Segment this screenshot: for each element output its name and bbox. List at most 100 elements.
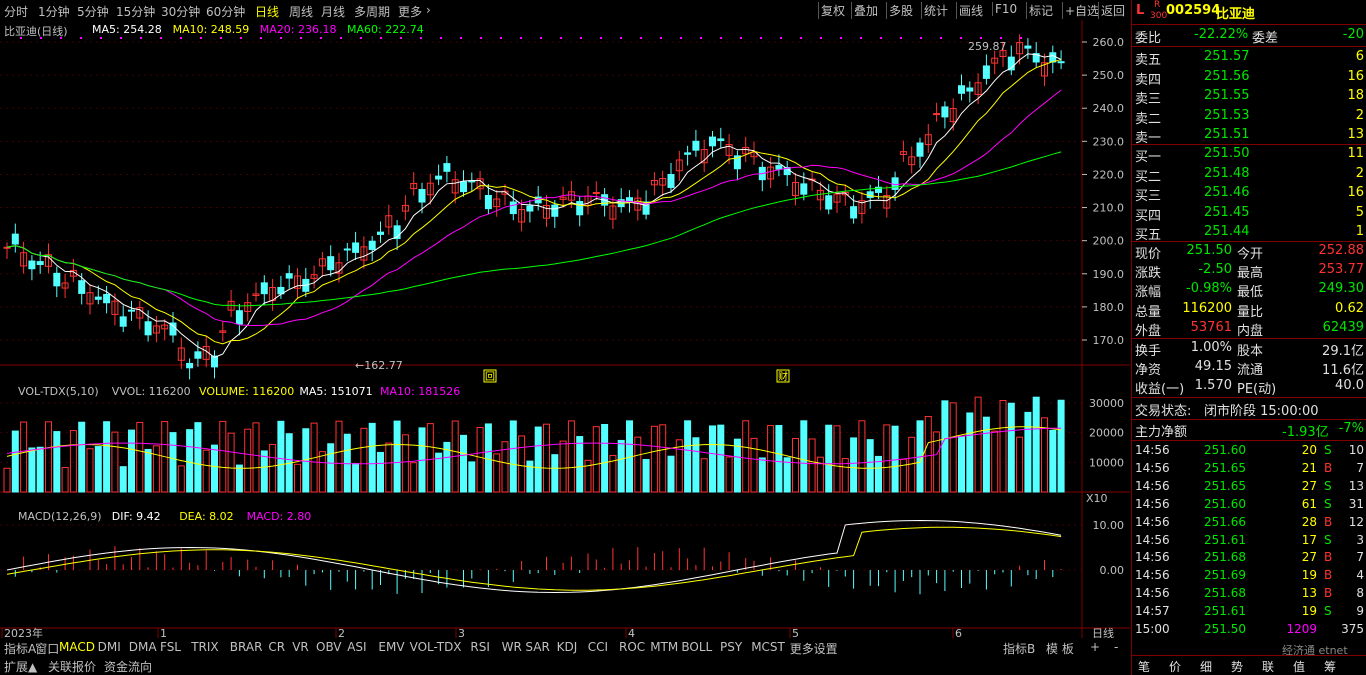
indicator-tab-6[interactable]: TRIX xyxy=(191,640,218,654)
tick-price: 251.50 xyxy=(1204,622,1246,636)
bid-volume: 5 xyxy=(1355,204,1364,220)
toolbar-button-8[interactable]: 返回 xyxy=(1098,2,1127,19)
tick-side: S xyxy=(1324,478,1332,493)
indicator-tab-0[interactable]: 指标A xyxy=(4,640,36,657)
timeframe-10[interactable]: 更多 xyxy=(398,3,422,20)
indicator-tab-22[interactable]: PSY xyxy=(720,640,742,654)
legend-item: MA10: 181526 xyxy=(380,385,461,398)
indicator-tab-12[interactable]: EMV xyxy=(378,640,404,654)
indicator-tab-1[interactable]: 窗口 xyxy=(35,640,59,657)
footer-tab-3[interactable]: 势 xyxy=(1231,658,1243,675)
weibi-label: 委比 xyxy=(1135,31,1162,46)
timeframe-3[interactable]: 15分钟 xyxy=(116,3,155,20)
indicator-tab-17[interactable]: KDJ xyxy=(557,640,578,654)
bid-label: 买一 xyxy=(1135,150,1162,165)
indicator-tab-14[interactable]: RSI xyxy=(470,640,490,654)
event-marker-icon[interactable]: 财 xyxy=(778,370,788,383)
indicator-tab-8[interactable]: CR xyxy=(268,640,285,654)
bid-volume: 11 xyxy=(1347,146,1364,161)
indicator-tab-19[interactable]: ROC xyxy=(619,640,645,654)
tick-time: 14:56 xyxy=(1135,460,1170,475)
indicator-tab-3[interactable]: DMI xyxy=(98,640,121,654)
tick-volume: 19 xyxy=(1301,568,1317,583)
indicator-tab-7[interactable]: BRAR xyxy=(230,640,263,654)
indicator-tab-24[interactable]: 更多 xyxy=(790,640,814,657)
stat-label: 换手 xyxy=(1135,344,1162,359)
price-tick: 230.0 xyxy=(1093,135,1125,148)
stock-code: 002594 xyxy=(1166,3,1221,18)
indicator-tab-13[interactable]: VOL-TDX xyxy=(410,640,462,654)
x-label: 2 xyxy=(338,627,345,638)
indicator-tab-16[interactable]: SAR xyxy=(525,640,549,654)
more-chevron-icon[interactable]: › xyxy=(426,3,431,17)
indicator-tab-25[interactable]: 设置 xyxy=(814,640,838,657)
stat-label: 外盘 xyxy=(1135,323,1162,339)
main-flow-pct: -7% xyxy=(1338,421,1364,436)
ask-volume: 2 xyxy=(1355,107,1364,123)
footer-tab-0[interactable]: 笔 xyxy=(1138,658,1150,675)
indicator-tab-10[interactable]: OBV xyxy=(316,640,342,654)
zoom-in-button[interactable]: + xyxy=(1090,640,1100,654)
timeframe-2[interactable]: 5分钟 xyxy=(77,3,109,20)
indicator-tab-11[interactable]: ASI xyxy=(347,640,366,654)
tick-count: 31 xyxy=(1348,496,1364,511)
toolbar-button-6[interactable]: 标记 xyxy=(1026,2,1055,19)
indicator-tab-15[interactable]: WR xyxy=(502,640,522,654)
timeframe-1[interactable]: 1分钟 xyxy=(38,3,70,20)
event-marker-icon[interactable]: 回 xyxy=(485,371,495,383)
timeframe-4[interactable]: 30分钟 xyxy=(161,3,200,20)
ask-price: 251.57 xyxy=(1204,49,1250,64)
high-price-label: 259.87 xyxy=(968,40,1007,53)
toolbar-button-1[interactable]: 叠加 xyxy=(851,2,880,19)
tick-count: 9 xyxy=(1356,604,1364,619)
tick-volume: 13 xyxy=(1301,586,1317,601)
indicator-tab-4[interactable]: DMA xyxy=(129,640,157,654)
timeframe-0[interactable]: 分时 xyxy=(4,3,28,20)
chart-area[interactable]: 260.0 250.0 240.0 230.0 220.0 210.0 200.0 190.0… xyxy=(0,20,1130,652)
timeframe-6[interactable]: 日线 xyxy=(255,3,279,20)
indicator-tab-2[interactable]: MACD xyxy=(59,640,95,654)
indicator-tab-21[interactable]: BOLL xyxy=(681,640,712,654)
footer-tab-4[interactable]: 联 xyxy=(1262,658,1274,675)
template-tab[interactable]: 模 板 xyxy=(1046,640,1074,657)
main-flow-label: 主力净额 xyxy=(1135,425,1188,440)
footer-tab-2[interactable]: 细 xyxy=(1200,658,1212,675)
timeframe-9[interactable]: 多周期 xyxy=(354,3,390,20)
index-mark: 300 xyxy=(1150,11,1168,21)
zoom-out-button[interactable]: - xyxy=(1114,640,1118,654)
badge-l: L xyxy=(1136,3,1145,18)
bottom-link-2[interactable]: 资金流向 xyxy=(104,658,152,675)
toolbar-button-0[interactable]: 复权 xyxy=(818,2,847,19)
indicator-tab-18[interactable]: CCI xyxy=(588,640,608,654)
kline-chart[interactable]: 260.0 250.0 240.0 230.0 220.0 210.0 200.0 190.0… xyxy=(0,20,1130,640)
bottom-link-1[interactable]: 关联报价 xyxy=(48,658,96,675)
toolbar-button-2[interactable]: 多股 xyxy=(886,2,915,19)
toolbar-button-4[interactable]: 画线 xyxy=(956,2,985,19)
tick-price: 251.60 xyxy=(1204,443,1246,457)
ask-volume: 16 xyxy=(1347,68,1364,84)
ask-label: 卖三 xyxy=(1135,92,1162,108)
indicator-b-tab[interactable]: 指标B xyxy=(1003,640,1035,657)
bottom-link-0[interactable]: 扩展▲ xyxy=(4,658,37,675)
stat-value: 1.570 xyxy=(1194,378,1232,394)
stat-value: 53761 xyxy=(1190,319,1232,335)
indicator-tab-5[interactable]: FSL xyxy=(160,640,181,654)
footer-tab-5[interactable]: 值 xyxy=(1293,658,1305,675)
stat-value: 249.30 xyxy=(1318,281,1365,297)
ask-volume: 6 xyxy=(1355,49,1364,64)
footer-tab-6[interactable]: 筹 xyxy=(1324,658,1336,675)
footer-tab-1[interactable]: 价 xyxy=(1169,658,1181,675)
timeframe-7[interactable]: 周线 xyxy=(289,3,313,20)
indicator-tab-9[interactable]: VR xyxy=(292,640,309,654)
indicator-tab-23[interactable]: MCST xyxy=(751,640,785,654)
timeframe-8[interactable]: 月线 xyxy=(321,3,345,20)
legend-item: MACD(12,26,9) xyxy=(18,510,102,523)
indicator-tab-20[interactable]: MTM xyxy=(650,640,678,654)
legend-item: VVOL: 116200 xyxy=(111,385,191,398)
toolbar-button-3[interactable]: 统计 xyxy=(921,2,950,19)
toolbar-button-7[interactable]: +自选 xyxy=(1062,2,1101,19)
tick-volume: 20 xyxy=(1301,443,1317,457)
stat-label: 最低 xyxy=(1237,285,1264,301)
timeframe-5[interactable]: 60分钟 xyxy=(206,3,245,20)
toolbar-button-5[interactable]: F10 xyxy=(992,2,1019,16)
